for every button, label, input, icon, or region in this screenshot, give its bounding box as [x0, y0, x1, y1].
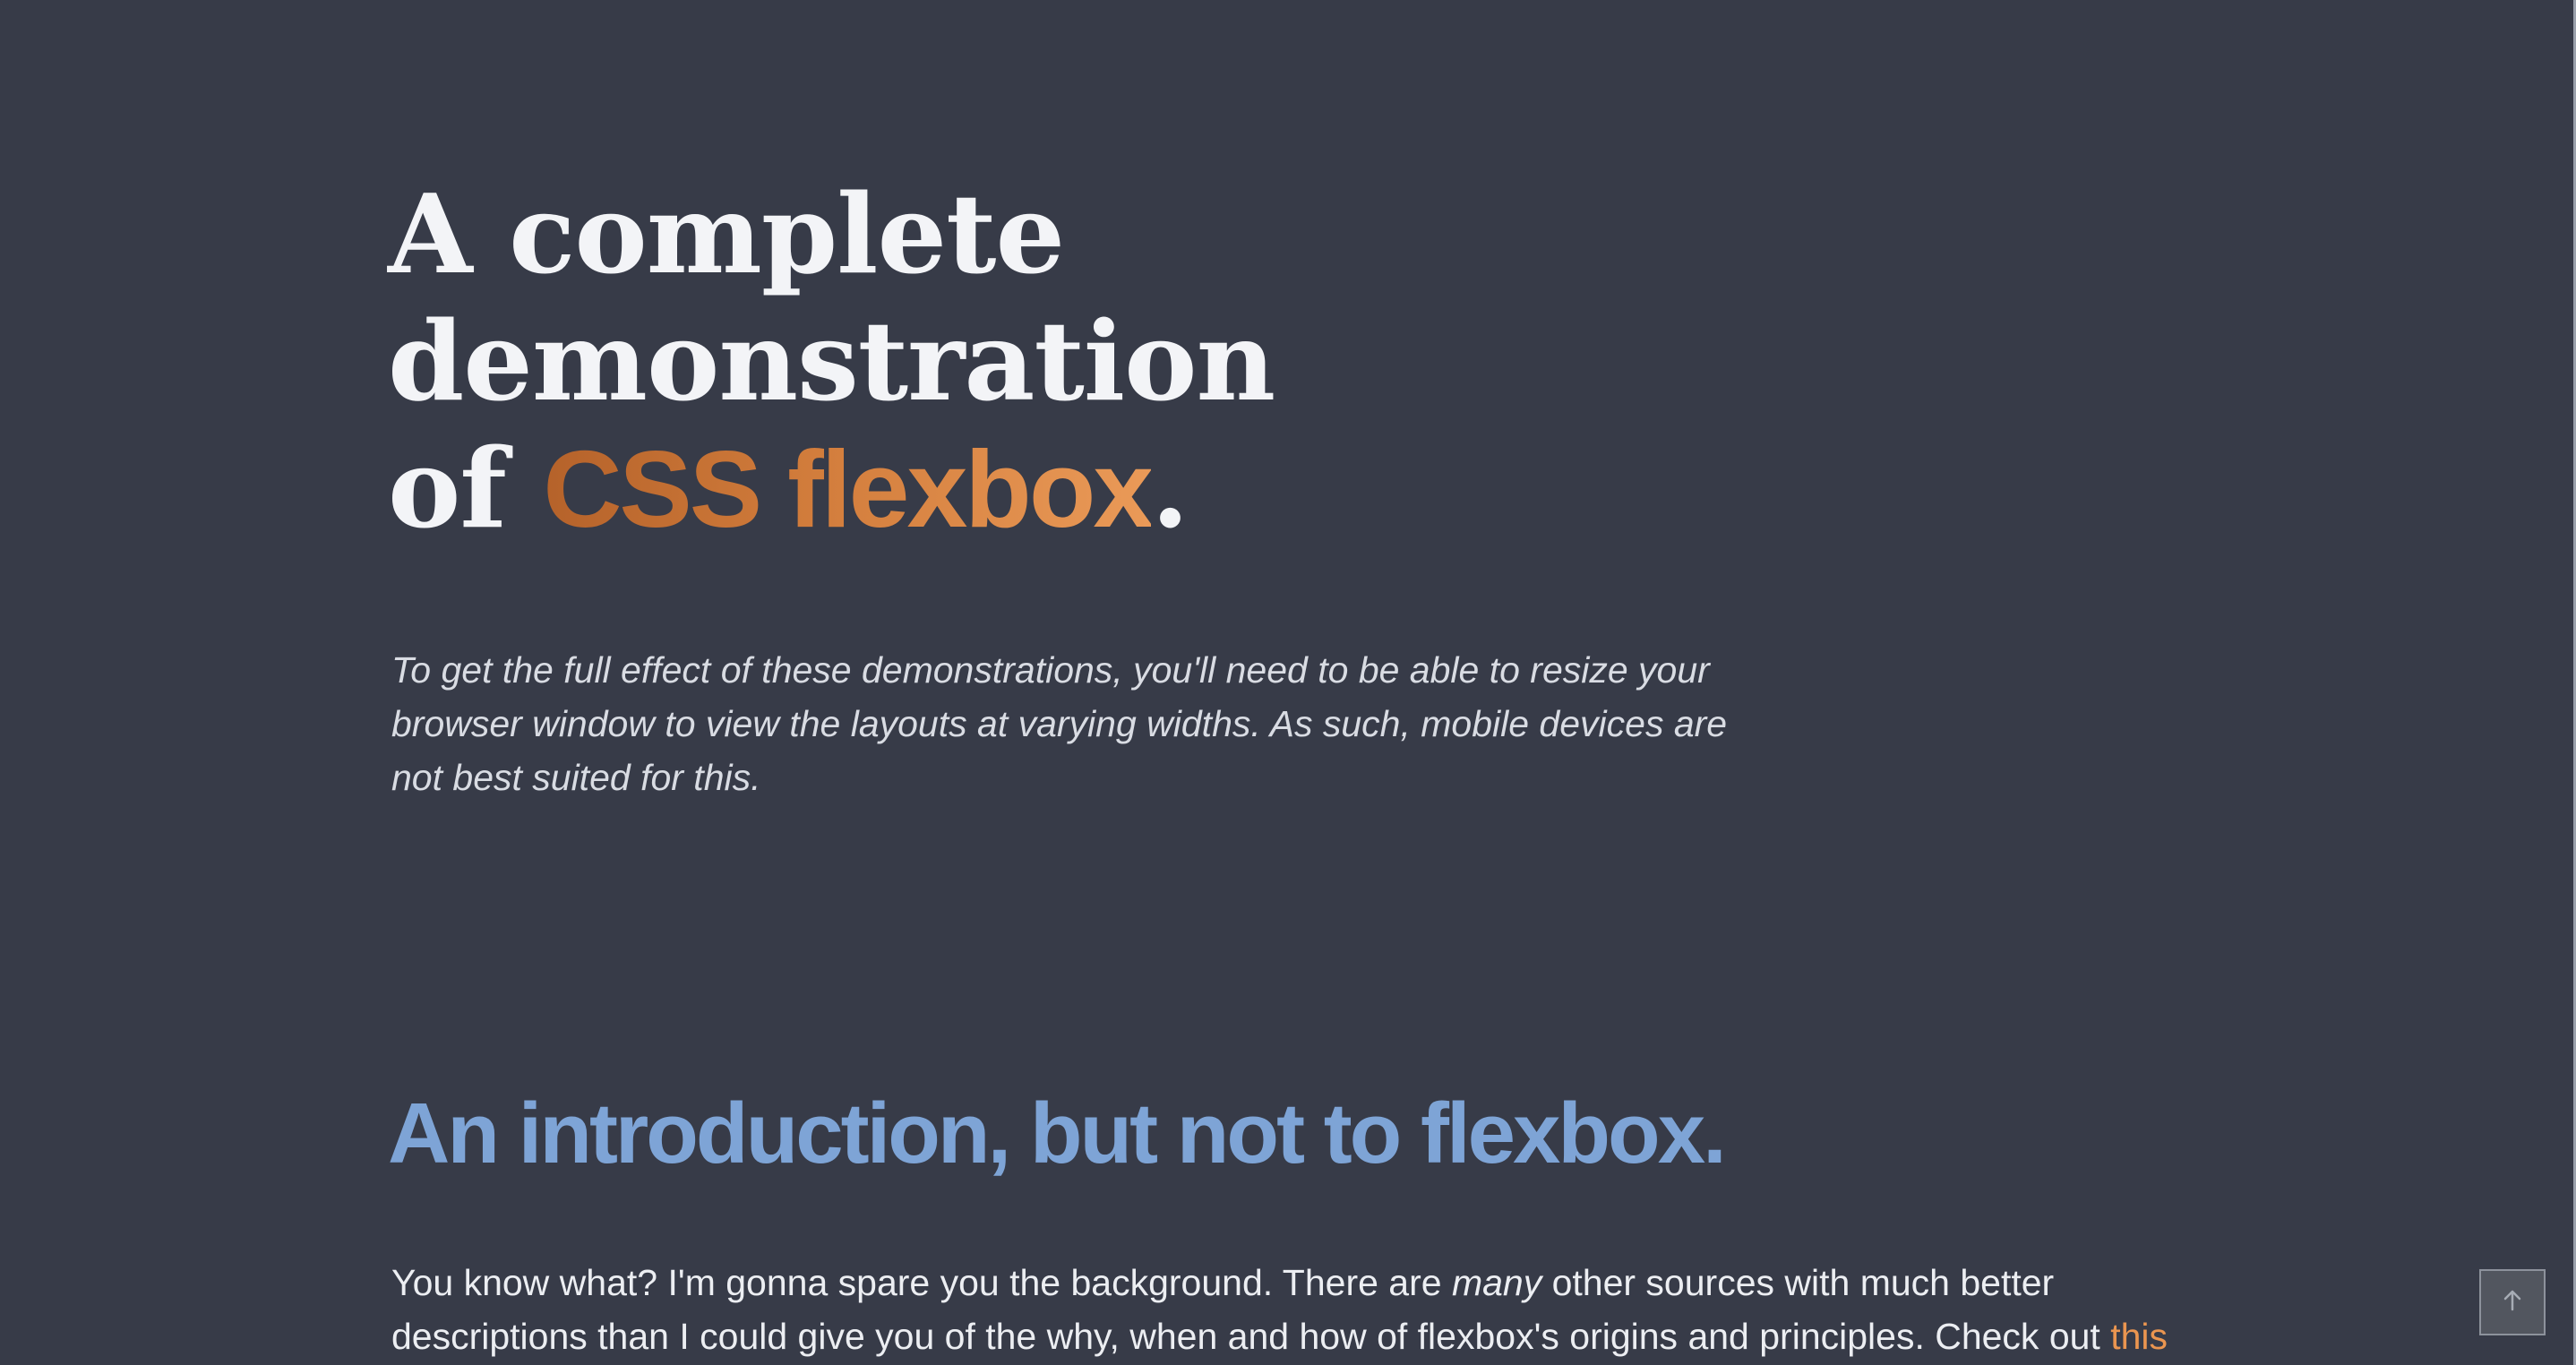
this-link[interactable]: this [2110, 1316, 2168, 1357]
page: A complete demonstration of CSS flexbox. T… [0, 0, 2576, 1365]
hero-title-prefix: of [388, 424, 544, 553]
paragraph-text-1: You know what? I'm gonna spare you the b… [391, 1262, 1452, 1303]
paragraph-emphasis: many [1451, 1262, 1542, 1303]
arrow-up-icon [2499, 1287, 2526, 1318]
hero-title-line1: A complete [388, 169, 1065, 298]
section-heading: An introduction, but not to flexbox. [388, 1086, 1727, 1181]
scroll-to-top-button[interactable] [2479, 1269, 2546, 1335]
hero-title: A complete demonstration of CSS flexbox. [388, 170, 1731, 553]
hero-title-line2: demonstration [388, 296, 1275, 425]
hero-title-accent: CSS flexbox [543, 428, 1154, 550]
intro-paragraph: You know what? I'm gonna spare you the b… [391, 1256, 2237, 1363]
resize-note: To get the full effect of these demonstr… [391, 649, 1728, 798]
hero-title-suffix: . [1151, 424, 1189, 553]
